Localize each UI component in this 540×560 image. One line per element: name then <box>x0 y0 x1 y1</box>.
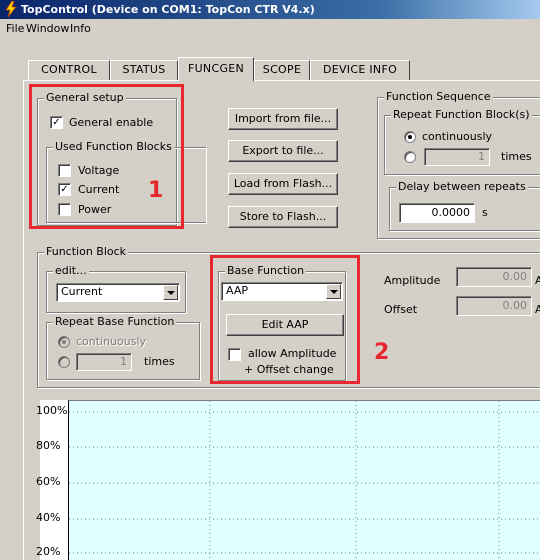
store-to-flash-button[interactable]: Store to Flash... <box>228 206 338 228</box>
y-tick-100: 100% <box>36 404 68 417</box>
repeat-function-block-title: Repeat Function Block(s) <box>391 108 532 122</box>
base-continuously-radio[interactable] <box>58 336 70 348</box>
repeat-function-block-group: Repeat Function Block(s) <box>384 108 540 175</box>
lightning-icon <box>5 1 17 17</box>
amplitude-unit: A <box>535 274 540 287</box>
annotation-box-2 <box>210 255 360 384</box>
tab-funcgen[interactable]: FUNCGEN <box>178 57 254 81</box>
annotation-marker-1: 1 <box>148 178 164 203</box>
y-tick-40: 40% <box>36 511 61 524</box>
chevron-down-icon[interactable] <box>163 285 178 300</box>
export-to-file-button[interactable]: Export to file... <box>228 140 338 162</box>
offset-label: Offset <box>384 303 418 316</box>
title-bar[interactable]: TopControl (Device on COM1: TopCon CTR V… <box>0 0 540 19</box>
y-tick-20: 20% <box>36 545 61 558</box>
annotation-marker-2: 2 <box>374 340 390 365</box>
repeat-base-function-title: Repeat Base Function <box>53 315 177 329</box>
annotation-box-1 <box>29 84 184 229</box>
delay-unit: s <box>482 206 488 219</box>
base-continuously-label: continuously <box>76 335 147 348</box>
function-sequence-title: Function Sequence <box>384 90 493 104</box>
tab-device-info[interactable]: DEVICE INFO <box>310 60 410 80</box>
function-plot[interactable] <box>68 400 540 560</box>
base-times-radio[interactable] <box>58 356 70 368</box>
base-times-label: times <box>144 355 175 368</box>
seq-times-radio[interactable] <box>404 151 416 163</box>
tab-scope[interactable]: SCOPE <box>254 60 310 80</box>
edit-title: edit... <box>53 264 89 278</box>
edit-function-block-dropdown[interactable]: Current <box>56 283 180 302</box>
seq-continuously-label: continuously <box>422 130 493 143</box>
delay-field[interactable]: 0.0000 <box>399 203 475 223</box>
offset-unit: A <box>535 303 540 316</box>
tab-control[interactable]: CONTROL <box>28 60 110 80</box>
menu-bar: File Window Info <box>0 19 540 39</box>
tab-status[interactable]: STATUS <box>110 60 178 80</box>
seq-times-label: times <box>501 150 532 163</box>
base-times-field[interactable]: 1 <box>76 353 132 371</box>
app-window: TopControl (Device on COM1: TopCon CTR V… <box>0 0 540 560</box>
amplitude-field[interactable]: 0.00 <box>456 267 532 287</box>
offset-field[interactable]: 0.00 <box>456 296 532 316</box>
delay-title: Delay between repeats <box>396 180 528 194</box>
amplitude-label: Amplitude <box>384 274 441 287</box>
repeat-base-function-group: Repeat Base Function <box>46 315 200 380</box>
seq-times-field[interactable]: 1 <box>424 148 490 166</box>
seq-continuously-radio[interactable] <box>404 131 416 143</box>
y-tick-60: 60% <box>36 475 61 488</box>
menu-info[interactable]: Info <box>68 19 93 39</box>
plot-grid <box>69 401 540 560</box>
load-from-flash-button[interactable]: Load from Flash... <box>228 173 338 195</box>
menu-window[interactable]: Window <box>24 19 71 39</box>
function-block-title: Function Block <box>44 245 129 259</box>
window-title: TopControl (Device on COM1: TopCon CTR V… <box>21 3 315 16</box>
import-from-file-button[interactable]: Import from file... <box>228 108 338 130</box>
edit-function-block-value: Current <box>61 285 103 298</box>
y-tick-80: 80% <box>36 439 61 452</box>
